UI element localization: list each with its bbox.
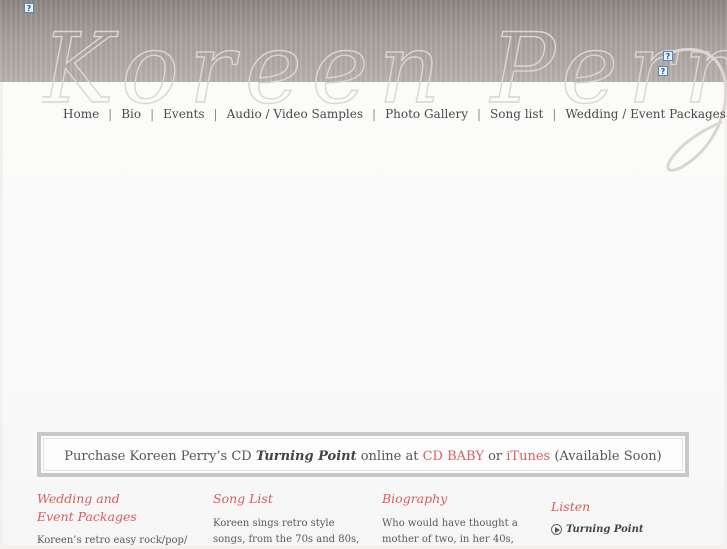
- nav-separator: |: [477, 107, 482, 121]
- nav-wedding-event[interactable]: Wedding / Event Packages: [565, 107, 726, 121]
- itunes-link[interactable]: iTunes: [506, 449, 550, 464]
- purchase-prefix: Purchase Koreen Perry’s CD: [64, 449, 252, 464]
- nav-song-list[interactable]: Song list: [490, 107, 543, 121]
- nav-bio[interactable]: Bio: [121, 107, 141, 121]
- listen-heading[interactable]: Listen: [551, 498, 590, 516]
- nav-separator: |: [108, 107, 113, 121]
- wedding-body-line1: Koreen’s retro easy rock/pop/: [37, 535, 188, 546]
- listen-track-label: Turning Point: [566, 524, 644, 535]
- song-list-text: Koreen sings retro style songs, from the…: [213, 516, 359, 548]
- nav-separator: |: [213, 107, 218, 121]
- purchase-banner: Purchase Koreen Perry’s CD Turning Point…: [37, 432, 689, 477]
- wedding-heading-line2: Event Packages: [37, 509, 137, 524]
- nav-home[interactable]: Home: [63, 107, 99, 121]
- biography-heading[interactable]: Biography: [382, 490, 447, 508]
- biography-body-line1: Who would have thought a: [382, 518, 518, 529]
- song-list-heading[interactable]: Song List: [213, 490, 273, 508]
- wedding-packages-heading[interactable]: Wedding and Event Packages: [37, 490, 137, 526]
- wedding-packages-text: Koreen’s retro easy rock/pop/: [37, 533, 187, 549]
- nav-separator: |: [372, 107, 377, 121]
- nav-audio-video[interactable]: Audio / Video Samples: [227, 107, 363, 121]
- nav-separator: |: [552, 107, 557, 121]
- purchase-text: Purchase Koreen Perry’s CD Turning Point…: [41, 449, 685, 464]
- nav-events[interactable]: Events: [163, 107, 204, 121]
- cd-baby-link[interactable]: CD BABY: [423, 449, 484, 464]
- purchase-middle: online at: [360, 449, 419, 464]
- listen-track[interactable]: Turning Point: [551, 524, 644, 535]
- nav-photo-gallery[interactable]: Photo Gallery: [385, 107, 468, 121]
- wedding-heading-line1: Wedding and: [37, 491, 120, 506]
- songlist-body-line1: Koreen sings retro style: [213, 518, 335, 529]
- nav-separator: |: [150, 107, 155, 121]
- album-title: Turning Point: [255, 449, 357, 464]
- songlist-body-line2: songs, from the 70s and 80s,: [213, 534, 360, 545]
- biography-text: Who would have thought a mother of two, …: [382, 516, 518, 548]
- biography-body-line2: mother of two, in her 40s,: [382, 534, 514, 545]
- broken-image-icon: ?: [658, 66, 668, 76]
- header-banner: [0, 0, 727, 82]
- play-icon[interactable]: [551, 524, 562, 535]
- purchase-suffix: (Available Soon): [554, 449, 662, 464]
- broken-image-icon: ?: [24, 3, 34, 13]
- broken-image-icon: ?: [663, 51, 673, 61]
- main-nav: Home | Bio | Events | Audio / Video Samp…: [63, 106, 726, 122]
- purchase-or: or: [488, 449, 503, 464]
